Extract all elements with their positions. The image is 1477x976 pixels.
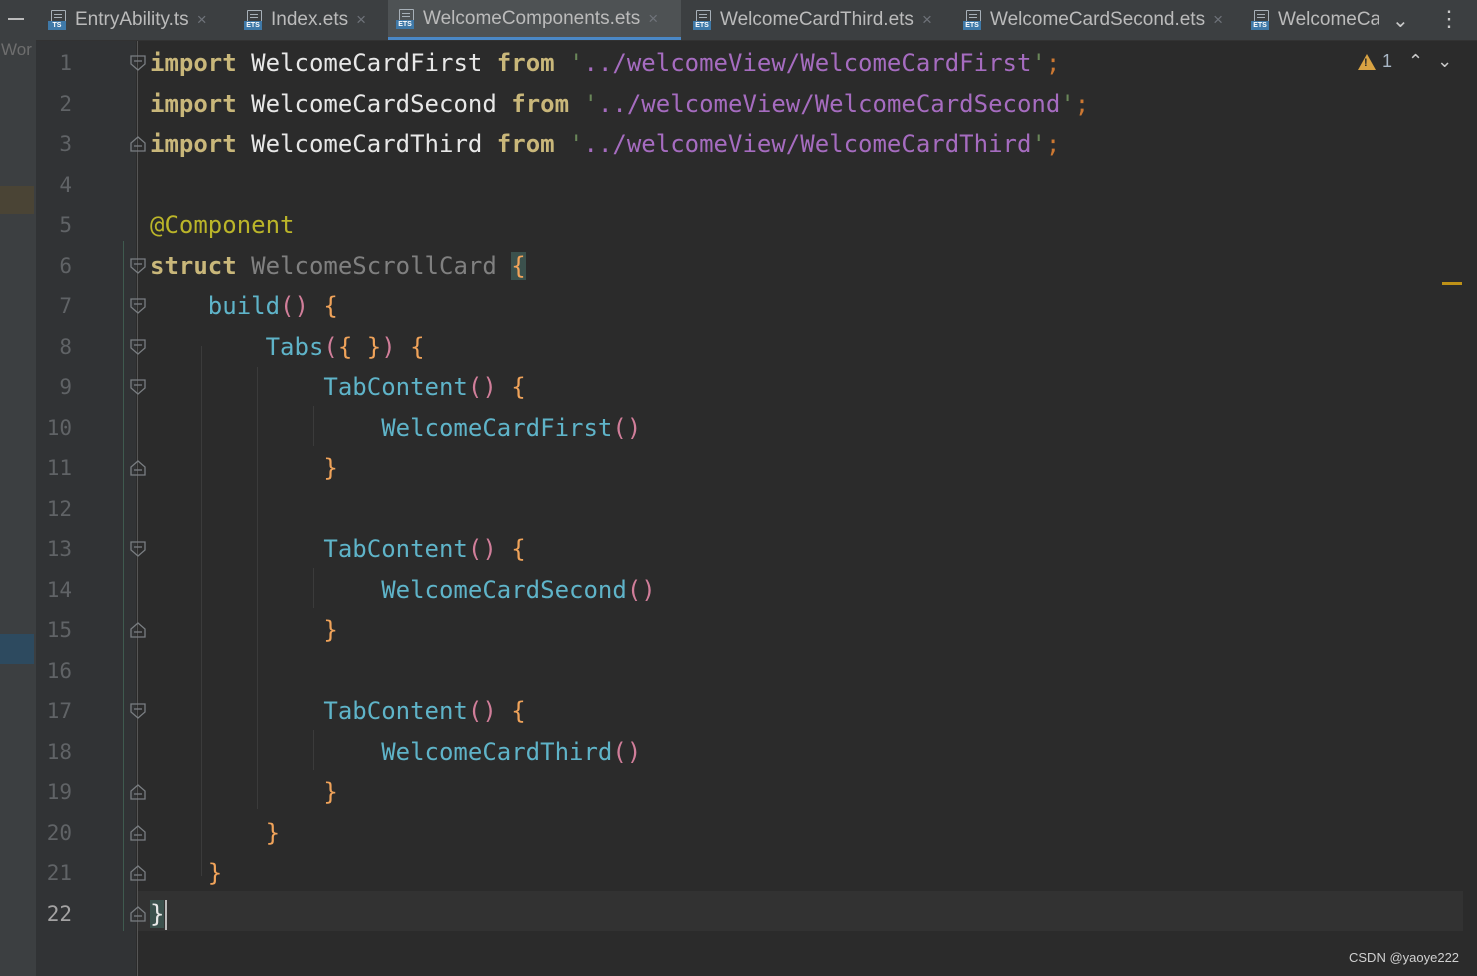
inspection-widget[interactable]: ! 1 ⌃ ⌄	[1358, 51, 1452, 72]
tab-label: WelcomeCardSecond.ets	[990, 9, 1206, 30]
tab-label: WelcomeComponents.ets	[423, 7, 641, 29]
fold-marker-icon[interactable]	[129, 338, 147, 355]
close-icon[interactable]: ×	[197, 10, 207, 30]
tool-window-label[interactable]: Wor	[1, 40, 35, 60]
fold-marker-icon[interactable]	[129, 905, 147, 922]
ets-file-icon: TS	[48, 9, 68, 31]
warning-count: 1	[1382, 51, 1393, 71]
code-line[interactable]: import WelcomeCardThird from '../welcome…	[150, 124, 1060, 164]
tab-welcomeca-overflow[interactable]: ETS WelcomeCa	[1251, 0, 1379, 40]
line-number: 13	[46, 537, 72, 561]
ets-file-icon: ETS	[963, 9, 983, 31]
line-number: 21	[46, 861, 72, 885]
tab-welcomecardsecond[interactable]: ETS WelcomeCardSecond.ets ×	[963, 0, 1223, 40]
fold-marker-icon[interactable]	[129, 541, 147, 557]
line-number: 14	[46, 577, 72, 602]
close-icon[interactable]: ×	[922, 10, 932, 30]
line-number: 15	[46, 618, 72, 642]
line-number: 11	[46, 456, 72, 480]
code-line[interactable]: import WelcomeCardSecond from '../welcom…	[150, 84, 1089, 124]
code-line[interactable]: WelcomeCardSecond()	[150, 570, 656, 610]
fold-marker-icon[interactable]	[129, 55, 147, 71]
code-line[interactable]: }	[150, 772, 337, 812]
code-line[interactable]: build() {	[150, 286, 338, 326]
line-number: 3	[59, 132, 72, 156]
line-number: 20	[46, 820, 72, 845]
sidebar-selection	[0, 634, 34, 664]
fold-marker-icon[interactable]	[129, 865, 147, 881]
line-number: 2	[59, 91, 72, 116]
line-number: 8	[59, 334, 72, 359]
kebab-menu-icon[interactable]: ⋮	[1438, 6, 1460, 32]
block-guide	[123, 241, 124, 931]
tab-welcomecomponents[interactable]: ETS WelcomeComponents.ets ×	[388, 0, 681, 40]
chevron-down-icon[interactable]: ⌄	[1392, 8, 1409, 33]
code-line[interactable]: WelcomeCardFirst()	[150, 408, 641, 448]
line-number: 4	[59, 172, 72, 197]
code-line[interactable]: }	[150, 448, 337, 488]
code-line[interactable]: }	[150, 610, 337, 650]
current-line-highlight	[138, 891, 1463, 931]
tab-label: Index.ets	[271, 9, 349, 30]
fold-marker-icon[interactable]	[129, 298, 147, 314]
tab-label: WelcomeCardThird.ets	[720, 9, 914, 30]
code-line[interactable]: WelcomeCardThird()	[150, 732, 641, 772]
code-line[interactable]: Tabs({ }) {	[150, 327, 425, 367]
tab-welcomecardthird[interactable]: ETS WelcomeCardThird.ets ×	[693, 0, 932, 40]
previous-highlight-icon[interactable]: ⌃	[1408, 51, 1423, 72]
sidebar-highlight	[0, 186, 34, 214]
warning-icon[interactable]: !	[1358, 53, 1376, 70]
code-line[interactable]: import WelcomeCardFirst from '../welcome…	[150, 43, 1060, 83]
code-line[interactable]: }	[150, 894, 168, 934]
line-number: 6	[59, 253, 72, 278]
fold-marker-icon[interactable]	[129, 379, 147, 395]
tab-entryability[interactable]: TS EntryAbility.ts ×	[48, 0, 207, 40]
fold-marker-icon[interactable]	[129, 460, 147, 476]
code-line[interactable]: TabContent() {	[150, 367, 525, 407]
close-icon[interactable]: ×	[1213, 10, 1223, 30]
line-number: 12	[46, 496, 72, 521]
line-number: 16	[46, 658, 72, 683]
next-highlight-icon[interactable]: ⌄	[1437, 51, 1452, 72]
line-number: 1	[59, 51, 72, 75]
code-line[interactable]: }	[150, 813, 280, 853]
line-number: 10	[46, 415, 72, 440]
fold-marker-icon[interactable]	[129, 257, 147, 274]
close-icon[interactable]: ×	[356, 10, 366, 30]
line-number: 22	[46, 901, 72, 926]
line-number: 18	[46, 739, 72, 764]
code-line[interactable]: struct WelcomeScrollCard {	[150, 246, 526, 286]
tab-label: WelcomeCa	[1278, 9, 1379, 30]
code-line[interactable]: @Component	[150, 205, 295, 245]
code-line[interactable]: }	[150, 853, 222, 893]
minimize-icon[interactable]	[8, 18, 24, 20]
ets-file-icon: ETS	[1251, 9, 1271, 31]
fold-marker-icon[interactable]	[129, 136, 147, 152]
ets-file-icon: ETS	[244, 9, 264, 31]
editor-tab-bar: TS EntryAbility.ts × ETS Index.ets × ETS…	[36, 0, 1477, 41]
fold-marker-icon[interactable]	[129, 622, 147, 638]
tab-index[interactable]: ETS Index.ets ×	[244, 0, 366, 40]
code-line[interactable]: TabContent() {	[150, 691, 525, 731]
tool-window-strip: Wor	[0, 0, 37, 976]
error-stripe-mark[interactable]	[1442, 282, 1462, 285]
line-number: 19	[46, 780, 72, 804]
fold-marker-icon[interactable]	[129, 703, 147, 719]
close-icon[interactable]: ×	[648, 9, 658, 29]
code-editor[interactable]: import WelcomeCardFirst from '../welcome…	[36, 41, 1477, 976]
ets-file-icon: ETS	[396, 8, 416, 30]
line-number: 7	[59, 294, 72, 318]
line-number: 17	[46, 699, 72, 723]
fold-marker-icon[interactable]	[129, 784, 147, 800]
ets-file-icon: ETS	[693, 9, 713, 31]
line-number: 5	[59, 213, 72, 237]
code-line[interactable]: TabContent() {	[150, 529, 525, 569]
watermark: CSDN @yaoye222	[1349, 950, 1460, 965]
line-number: 9	[59, 375, 72, 399]
tab-label: EntryAbility.ts	[75, 9, 189, 30]
fold-marker-icon[interactable]	[129, 824, 147, 841]
